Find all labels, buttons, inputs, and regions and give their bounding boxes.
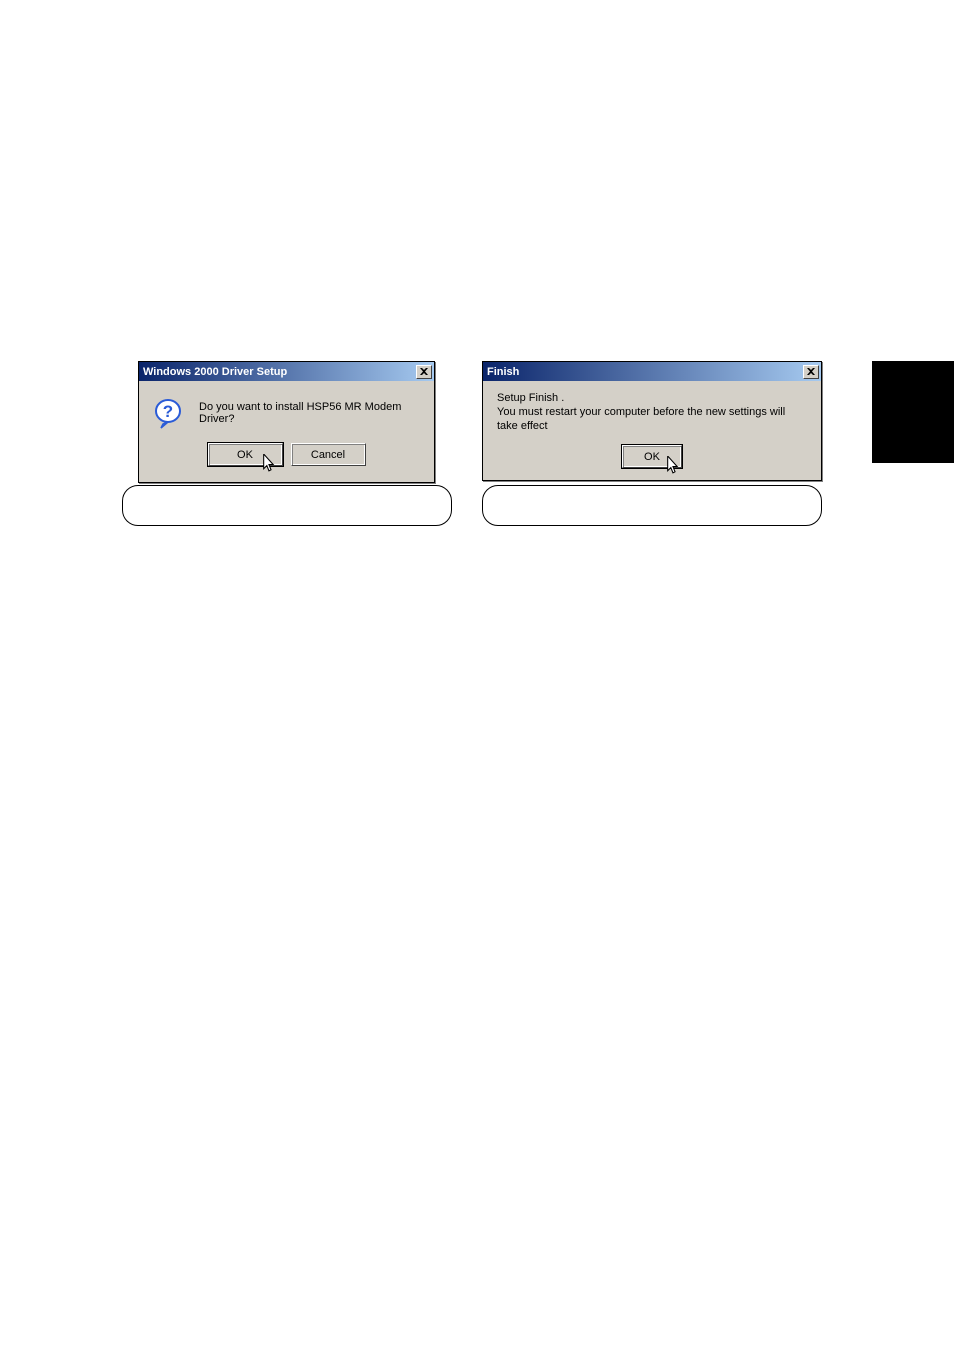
ok-button[interactable]: OK xyxy=(208,443,283,466)
finish-message: Setup Finish . You must restart your com… xyxy=(497,391,807,433)
mouse-cursor-icon xyxy=(667,456,681,476)
ok-button[interactable]: OK xyxy=(622,445,682,468)
dialog-body: ? Do you want to install HSP56 MR Modem … xyxy=(139,381,434,482)
finish-dialog: Finish Setup Finish . You must restart y… xyxy=(482,361,822,481)
dialog-body: Setup Finish . You must restart your com… xyxy=(483,381,821,480)
close-icon xyxy=(420,368,428,375)
button-row: OK xyxy=(497,445,807,468)
titlebar[interactable]: Windows 2000 Driver Setup xyxy=(139,362,434,381)
finish-line2: You must restart your computer before th… xyxy=(497,405,807,433)
driver-setup-dialog: Windows 2000 Driver Setup ? Do you want … xyxy=(138,361,435,483)
ok-button-label: OK xyxy=(644,451,660,463)
titlebar[interactable]: Finish xyxy=(483,362,821,381)
close-button[interactable] xyxy=(416,365,432,379)
close-button[interactable] xyxy=(803,365,819,379)
close-icon xyxy=(807,368,815,375)
caption-box-right xyxy=(482,485,822,526)
message-row: ? Do you want to install HSP56 MR Modem … xyxy=(151,393,422,443)
caption-box-left xyxy=(122,485,452,526)
dialog-message: Do you want to install HSP56 MR Modem Dr… xyxy=(199,401,420,425)
mouse-cursor-icon xyxy=(263,454,277,474)
svg-text:?: ? xyxy=(163,402,173,421)
titlebar-text: Finish xyxy=(487,366,803,378)
cancel-button-label: Cancel xyxy=(311,449,345,461)
question-icon: ? xyxy=(153,397,185,429)
titlebar-text: Windows 2000 Driver Setup xyxy=(143,366,416,378)
cancel-button[interactable]: Cancel xyxy=(291,443,366,466)
page-side-tab xyxy=(872,361,954,463)
button-row: OK Cancel xyxy=(151,443,422,470)
finish-line1: Setup Finish . xyxy=(497,391,807,405)
ok-button-label: OK xyxy=(237,449,253,461)
